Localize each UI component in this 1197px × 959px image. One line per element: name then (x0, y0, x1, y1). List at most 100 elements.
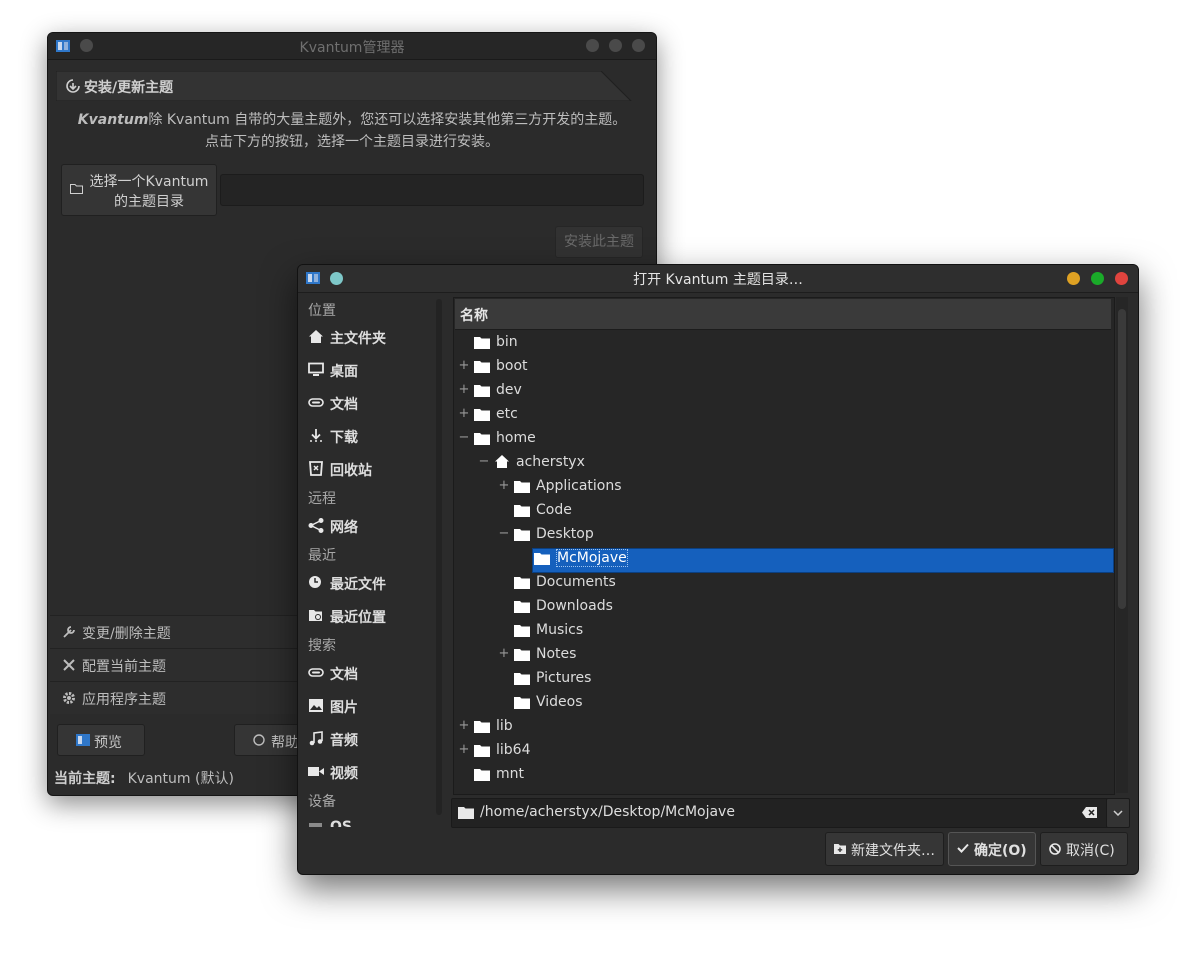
folder-icon (474, 768, 490, 781)
theme-folder-path-field[interactable] (220, 174, 644, 206)
sidebar-item-search-audio[interactable]: 音频 (308, 728, 434, 752)
folder-icon (514, 480, 530, 493)
tree-row[interactable]: Code (454, 499, 1114, 523)
path-input[interactable]: /home/acherstyx/Desktop/McMojave (451, 798, 1108, 828)
minimize-button[interactable] (1067, 272, 1080, 285)
tree-row[interactable]: − Desktop (454, 523, 1114, 547)
sidebar-item-os-drive[interactable]: OS (308, 817, 434, 827)
sidebar-item-downloads[interactable]: 下载 (308, 425, 434, 449)
tree-row-label: Musics (536, 622, 584, 638)
tree-row[interactable]: + boot (454, 355, 1114, 379)
tree-row-label: mnt (496, 766, 524, 782)
tree-row-label: acherstyx (516, 454, 585, 470)
tree-row[interactable]: Documents (454, 571, 1114, 595)
tree-row-label: Notes (536, 646, 577, 662)
manager-titlebar: Kvantum管理器 (48, 33, 656, 60)
tree-scrollbar[interactable] (1116, 297, 1128, 793)
folder-icon (534, 552, 550, 565)
section-label: 变更/删除主题 (82, 626, 171, 642)
tree-row[interactable]: + lib64 (454, 739, 1114, 763)
expand-icon[interactable]: + (498, 646, 510, 661)
sidebar-item-search-documents[interactable]: 文档 (308, 662, 434, 686)
expand-icon[interactable]: + (458, 742, 470, 757)
tree-row[interactable]: mnt (454, 763, 1114, 787)
cancel-button[interactable]: 取消(C) (1040, 832, 1128, 866)
expand-icon[interactable]: + (458, 358, 470, 373)
tree-row[interactable]: McMojave (454, 547, 1114, 573)
maximize-button[interactable] (609, 39, 622, 52)
sidebar-item-search-pictures[interactable]: 图片 (308, 695, 434, 719)
current-theme-status: 当前主题: Kvantum (默认) (54, 768, 234, 788)
new-folder-button[interactable]: 新建文件夹… (825, 832, 944, 866)
tree-row-label: Downloads (536, 598, 613, 614)
folder-icon (474, 408, 490, 421)
tree-row-label: home (496, 430, 536, 446)
wrench-screwdriver-icon (62, 658, 76, 672)
install-theme-button[interactable]: 安装此主题 (555, 226, 643, 258)
tree-row[interactable]: + Applications (454, 475, 1114, 499)
collapse-icon[interactable]: − (458, 430, 470, 445)
preview-icon (76, 734, 90, 746)
tab-label: 安装/更新主题 (84, 80, 174, 96)
scrollbar-thumb[interactable] (1118, 309, 1126, 609)
new-folder-icon (834, 843, 846, 854)
status-label: 当前主题: (54, 771, 116, 787)
sidebar-item-recent-locations[interactable]: 最近位置 (308, 605, 434, 629)
name-column-header[interactable]: 名称 (455, 299, 1111, 330)
tree-row[interactable]: + etc (454, 403, 1114, 427)
install-icon (66, 79, 80, 93)
sidebar-item-desktop[interactable]: 桌面 (308, 359, 434, 383)
expand-icon[interactable]: + (458, 718, 470, 733)
tree-row-label: Applications (536, 478, 622, 494)
network-icon (308, 518, 324, 533)
desktop-icon (308, 362, 324, 377)
select-theme-folder-button[interactable]: 选择一个Kvantum 的主题目录 (61, 164, 217, 216)
close-button[interactable] (632, 39, 645, 52)
folder-icon (474, 336, 490, 349)
install-theme-tab[interactable]: 安装/更新主题 (56, 71, 656, 101)
folder-icon (514, 648, 530, 661)
maximize-button[interactable] (1091, 272, 1104, 285)
file-tree-view[interactable]: 名称 bin + boot + dev + etc − home − acherstyx + Appli… (453, 297, 1115, 795)
folder-icon (514, 576, 530, 589)
sidebar-item-trash[interactable]: 回收站 (308, 458, 434, 482)
tree-row[interactable]: Pictures (454, 667, 1114, 691)
sidebar-item-search-video[interactable]: 视频 (308, 761, 434, 785)
pictures-icon (308, 698, 324, 713)
tree-row[interactable]: − acherstyx (454, 451, 1114, 475)
remote-header: 远程 (308, 491, 336, 507)
recent-header: 最近 (308, 548, 336, 564)
sidebar-scrollbar[interactable] (436, 299, 442, 815)
minimize-button[interactable] (586, 39, 599, 52)
sidebar-item-home[interactable]: 主文件夹 (308, 326, 434, 350)
tree-row-label: dev (496, 382, 522, 398)
tree-row[interactable]: Downloads (454, 595, 1114, 619)
sidebar-item-documents[interactable]: 文档 (308, 392, 434, 416)
dialog-titlebar: 打开 Kvantum 主题目录… (298, 265, 1138, 293)
expand-icon[interactable]: + (458, 382, 470, 397)
audio-icon (308, 731, 324, 746)
tree-row[interactable]: bin (454, 331, 1114, 355)
tree-row[interactable]: + dev (454, 379, 1114, 403)
collapse-icon[interactable]: − (478, 454, 490, 469)
sidebar-item-network[interactable]: 网络 (308, 515, 434, 539)
tree-row[interactable]: + Notes (454, 643, 1114, 667)
tree-row[interactable]: + lib (454, 715, 1114, 739)
tree-row[interactable]: Musics (454, 619, 1114, 643)
expand-icon[interactable]: + (458, 406, 470, 421)
collapse-icon[interactable]: − (498, 526, 510, 541)
section-label: 配置当前主题 (82, 659, 166, 675)
cancel-icon (1049, 843, 1061, 855)
expand-icon[interactable]: + (498, 478, 510, 493)
clear-icon[interactable] (1082, 807, 1097, 818)
manager-title: Kvantum管理器 (299, 40, 405, 56)
folder-icon (514, 600, 530, 613)
tree-row[interactable]: Videos (454, 691, 1114, 715)
tree-row[interactable]: − home (454, 427, 1114, 451)
description-brand: Kvantum (77, 112, 149, 128)
sidebar-item-recent-files[interactable]: 最近文件 (308, 572, 434, 596)
ok-button[interactable]: 确定(O) (948, 832, 1036, 866)
path-history-dropdown[interactable] (1106, 798, 1130, 828)
preview-button[interactable]: 预览 (57, 724, 145, 756)
close-button[interactable] (1115, 272, 1128, 285)
